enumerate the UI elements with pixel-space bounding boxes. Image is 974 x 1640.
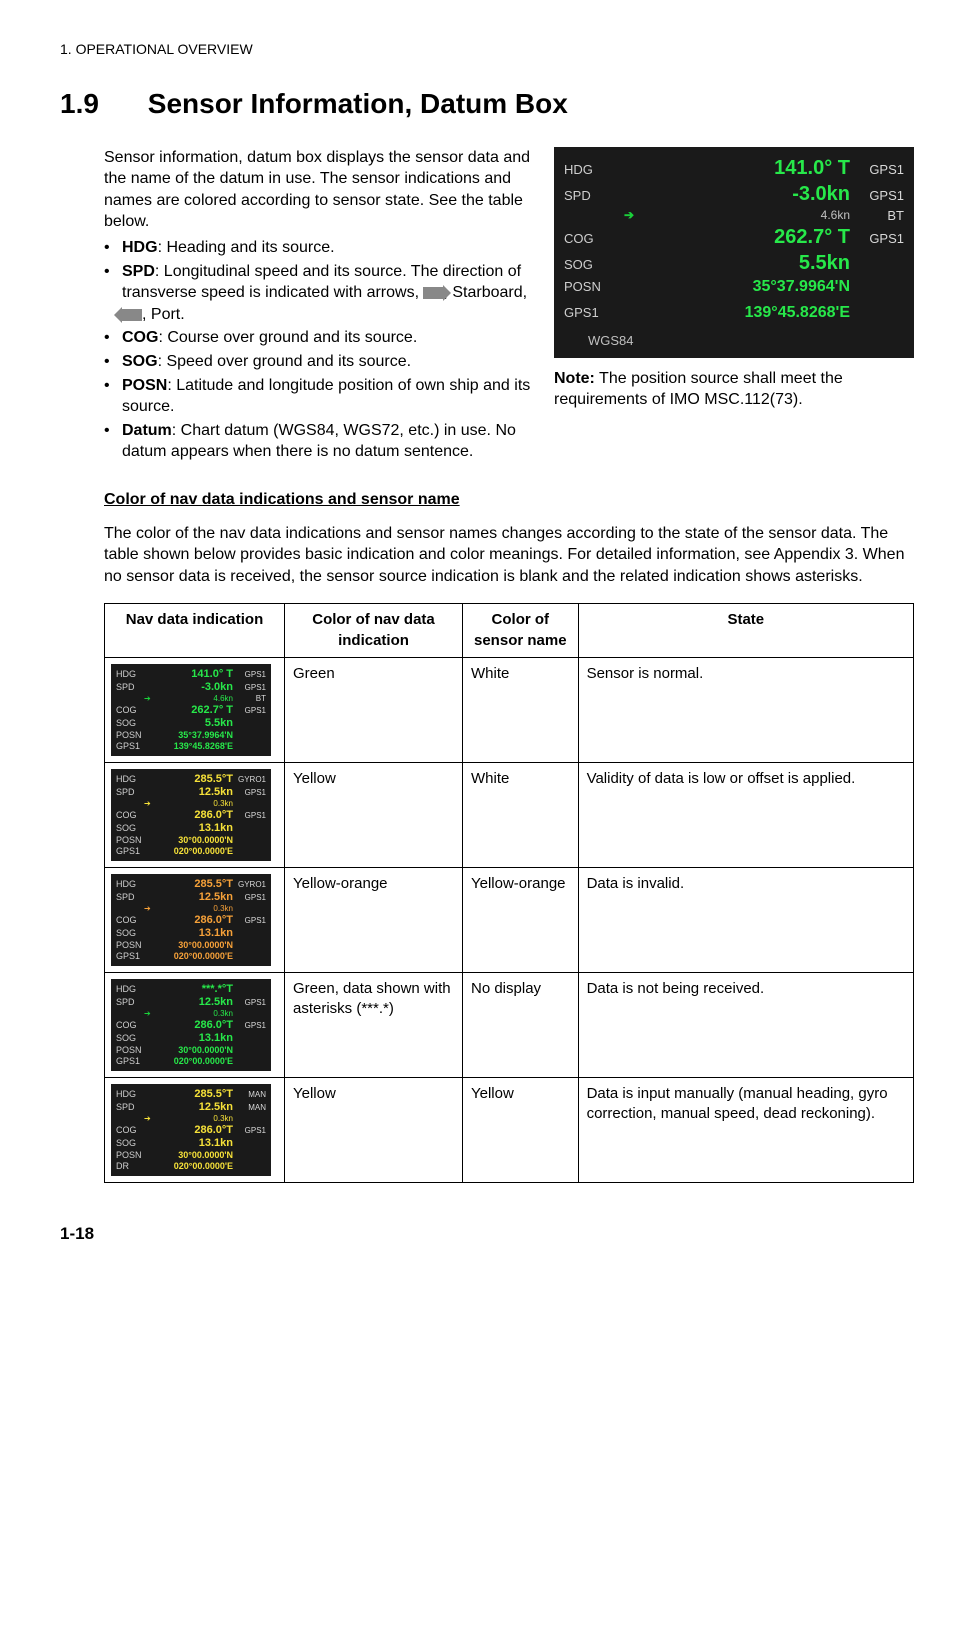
- table-row: HDG141.0° TGPS1SPD-3.0knGPS1➔4.6knBTCOG2…: [105, 657, 914, 762]
- mini-datum-box: HDG285.5°TGYRO1SPD12.5knGPS1➔0.3knCOG286…: [111, 874, 271, 966]
- db-label: SOG: [564, 256, 624, 274]
- nav-indication-cell: HDG***.*°TSPD12.5knGPS1➔0.3knCOG286.0°TG…: [105, 972, 285, 1077]
- arrow-port-icon: [122, 309, 142, 321]
- state-cell: Validity of data is low or offset is app…: [578, 762, 913, 867]
- db-source: GPS1: [856, 187, 904, 205]
- item-desc: : Course over ground and its source.: [158, 329, 417, 346]
- nav-color-cell: Green, data shown with asterisks (***.*): [285, 972, 463, 1077]
- db-label: GPS1: [564, 304, 624, 322]
- section-number: 1.9: [60, 85, 140, 123]
- db-value: 141.0° T: [624, 155, 856, 182]
- db-datum: WGS84: [564, 328, 904, 350]
- db-value: 5.5kn: [624, 250, 856, 277]
- subheading: Color of nav data indications and sensor…: [104, 489, 914, 511]
- list-item: COG: Course over ground and its source.: [104, 327, 534, 349]
- item-term: SOG: [122, 353, 158, 370]
- item-term: COG: [122, 329, 158, 346]
- sensor-color-cell: Yellow: [463, 1077, 579, 1182]
- nav-color-cell: Green: [285, 657, 463, 762]
- db-label: COG: [564, 230, 624, 248]
- section-title: 1.9 Sensor Information, Datum Box: [60, 85, 914, 123]
- state-cell: Data is invalid.: [578, 867, 913, 972]
- list-item: POSN: Latitude and longitude position of…: [104, 375, 534, 418]
- table-header: Color of nav data indication: [285, 604, 463, 658]
- figure-note: Note: The position source shall meet the…: [554, 368, 914, 411]
- item-term: SPD: [122, 263, 155, 280]
- table-row: HDG285.5°TGYRO1SPD12.5knGPS1➔0.3knCOG286…: [105, 762, 914, 867]
- arrow-icon: ➔: [624, 207, 634, 225]
- db-value: 262.7° T: [624, 224, 856, 251]
- db-source: GPS1: [856, 161, 904, 179]
- mini-datum-box: HDG285.5°TGYRO1SPD12.5knGPS1➔0.3knCOG286…: [111, 769, 271, 861]
- body-paragraph: The color of the nav data indications an…: [104, 523, 914, 588]
- db-source: GPS1: [856, 230, 904, 248]
- list-item: Datum: Chart datum (WGS84, WGS72, etc.) …: [104, 420, 534, 463]
- item-desc: : Speed over ground and its source.: [158, 353, 412, 370]
- list-item: SOG: Speed over ground and its source.: [104, 351, 534, 373]
- db-label: POSN: [564, 278, 624, 296]
- state-cell: Data is not being received.: [578, 972, 913, 1077]
- item-term: HDG: [122, 239, 158, 256]
- note-text: The position source shall meet the requi…: [554, 370, 843, 409]
- nav-color-cell: Yellow-orange: [285, 867, 463, 972]
- nav-indication-cell: HDG285.5°TMANSPD12.5knMAN➔0.3knCOG286.0°…: [105, 1077, 285, 1182]
- intro-paragraph: Sensor information, datum box displays t…: [104, 147, 534, 233]
- nav-indication-cell: HDG285.5°TGYRO1SPD12.5knGPS1➔0.3knCOG286…: [105, 867, 285, 972]
- mini-datum-box: HDG***.*°TSPD12.5knGPS1➔0.3knCOG286.0°TG…: [111, 979, 271, 1071]
- db-aux-value: 4.6kn: [638, 207, 856, 225]
- figure-column: HDG141.0° TGPS1 SPD-3.0knGPS1 ➔4.6knBT C…: [554, 147, 914, 465]
- mini-datum-box: HDG285.5°TMANSPD12.5knMAN➔0.3knCOG286.0°…: [111, 1084, 271, 1176]
- section-title-text: Sensor Information, Datum Box: [148, 88, 568, 119]
- intro-column: Sensor information, datum box displays t…: [104, 147, 534, 465]
- table-header: Nav data indication: [105, 604, 285, 658]
- table-header: Color of sensor name: [463, 604, 579, 658]
- db-value: 35°37.9964'N: [624, 276, 856, 298]
- nav-indication-cell: HDG285.5°TGYRO1SPD12.5knGPS1➔0.3knCOG286…: [105, 762, 285, 867]
- item-desc: : Chart datum (WGS84, WGS72, etc.) in us…: [122, 422, 516, 461]
- note-label: Note:: [554, 370, 595, 387]
- item-term: Datum: [122, 422, 172, 439]
- list-item: SPD: Longitudinal speed and its source. …: [104, 261, 534, 326]
- arrow-starboard-icon: [423, 287, 443, 299]
- sensor-color-cell: Yellow-orange: [463, 867, 579, 972]
- table-row: HDG285.5°TGYRO1SPD12.5knGPS1➔0.3knCOG286…: [105, 867, 914, 972]
- nav-color-cell: Yellow: [285, 1077, 463, 1182]
- state-cell: Data is input manually (manual heading, …: [578, 1077, 913, 1182]
- item-desc: , Port.: [142, 306, 185, 323]
- bullet-list: HDG: Heading and its source. SPD: Longit…: [104, 237, 534, 463]
- nav-indication-cell: HDG141.0° TGPS1SPD-3.0knGPS1➔4.6knBTCOG2…: [105, 657, 285, 762]
- sensor-color-cell: White: [463, 762, 579, 867]
- db-source: BT: [856, 207, 904, 225]
- page-number: 1-18: [60, 1223, 914, 1246]
- sensor-color-cell: No display: [463, 972, 579, 1077]
- db-value: -3.0kn: [624, 181, 856, 208]
- table-header-row: Nav data indication Color of nav data in…: [105, 604, 914, 658]
- table-row: HDG285.5°TMANSPD12.5knMAN➔0.3knCOG286.0°…: [105, 1077, 914, 1182]
- table-header: State: [578, 604, 913, 658]
- sensor-color-cell: White: [463, 657, 579, 762]
- list-item: HDG: Heading and its source.: [104, 237, 534, 259]
- color-table: Nav data indication Color of nav data in…: [104, 603, 914, 1182]
- table-row: HDG***.*°TSPD12.5knGPS1➔0.3knCOG286.0°TG…: [105, 972, 914, 1077]
- item-desc: , Starboard,: [443, 284, 527, 301]
- item-term: POSN: [122, 377, 167, 394]
- item-desc: : Heading and its source.: [158, 239, 335, 256]
- chapter-header: 1. OPERATIONAL OVERVIEW: [60, 40, 914, 59]
- db-value: 139°45.8268'E: [624, 302, 856, 324]
- state-cell: Sensor is normal.: [578, 657, 913, 762]
- datum-box-figure: HDG141.0° TGPS1 SPD-3.0knGPS1 ➔4.6knBT C…: [554, 147, 914, 358]
- db-label: SPD: [564, 187, 624, 205]
- item-desc: : Latitude and longitude position of own…: [122, 377, 530, 416]
- db-label: HDG: [564, 161, 624, 179]
- mini-datum-box: HDG141.0° TGPS1SPD-3.0knGPS1➔4.6knBTCOG2…: [111, 664, 271, 756]
- nav-color-cell: Yellow: [285, 762, 463, 867]
